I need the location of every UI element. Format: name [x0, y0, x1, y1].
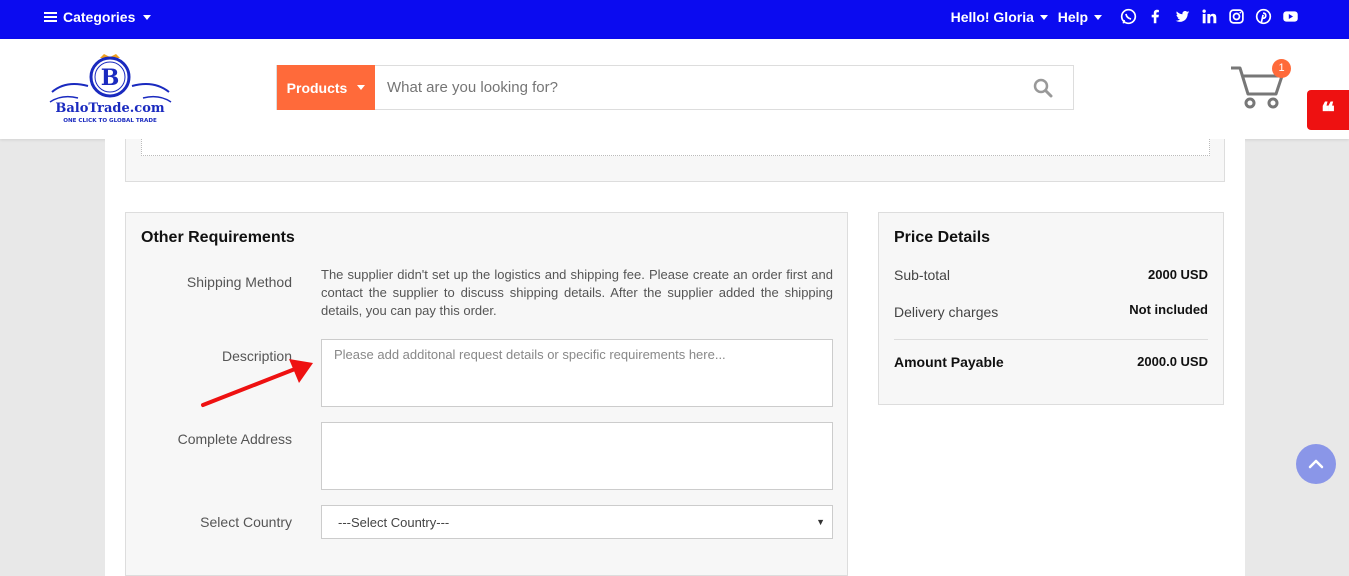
- logo-wordmark: BaloTrade.com: [55, 101, 164, 116]
- linkedin-icon[interactable]: [1201, 8, 1218, 25]
- help-label: Help: [1057, 8, 1089, 25]
- search-category-dropdown[interactable]: Products: [277, 65, 375, 110]
- user-menu[interactable]: Hello! Gloria: [951, 9, 1048, 25]
- cart-count-badge: 1: [1272, 59, 1291, 78]
- logo-tagline: ONE CLICK TO GLOBAL TRADE: [63, 118, 157, 124]
- hamburger-icon: [44, 12, 57, 22]
- country-label: Select Country: [200, 514, 292, 530]
- subtotal-row: Sub-total 2000 USD: [894, 267, 1208, 283]
- payable-row: Amount Payable 2000.0 USD: [894, 354, 1208, 370]
- previous-section: [125, 139, 1225, 182]
- annotation-arrow-icon: [201, 359, 313, 407]
- whatsapp-icon[interactable]: [1120, 8, 1137, 25]
- shipping-method-label: Shipping Method: [186, 274, 292, 290]
- search-input[interactable]: [387, 79, 987, 96]
- subtotal-value: 2000 USD: [1148, 267, 1208, 282]
- pinterest-icon[interactable]: [1255, 8, 1272, 25]
- site-header: B BaloTrade.com ONE CLICK TO GLOBAL TRAD…: [0, 39, 1349, 139]
- divider: [894, 339, 1208, 340]
- country-select[interactable]: ---Select Country--- ▼: [321, 505, 833, 539]
- site-logo[interactable]: B BaloTrade.com ONE CLICK TO GLOBAL TRAD…: [48, 52, 173, 127]
- payable-label: Amount Payable: [894, 354, 1004, 370]
- search-category-label: Products: [286, 79, 348, 96]
- categories-menu[interactable]: Categories: [44, 9, 152, 25]
- payable-value: 2000.0 USD: [1137, 354, 1208, 369]
- country-selected-value: ---Select Country---: [338, 515, 450, 530]
- search-bar: Products: [276, 65, 1074, 110]
- price-details-panel: Price Details Sub-total 2000 USD Deliver…: [878, 212, 1224, 405]
- address-field[interactable]: [321, 422, 833, 490]
- price-title: Price Details: [894, 229, 991, 246]
- help-menu[interactable]: Help: [1058, 9, 1102, 25]
- chevron-down-icon: [357, 85, 366, 90]
- instagram-icon[interactable]: [1228, 8, 1245, 25]
- shipping-note: The supplier didn't set up the logistics…: [321, 267, 833, 318]
- youtube-icon[interactable]: [1282, 8, 1299, 25]
- twitter-icon[interactable]: [1174, 8, 1191, 25]
- quote-icon[interactable]: ❝: [1307, 90, 1349, 130]
- section-title: Other Requirements: [141, 229, 295, 246]
- search-icon[interactable]: [1033, 78, 1053, 103]
- delivery-value: Not included: [1129, 302, 1208, 317]
- delivery-label: Delivery charges: [894, 304, 999, 320]
- description-field[interactable]: [321, 339, 833, 407]
- categories-label: Categories: [63, 9, 136, 25]
- scroll-to-top-button[interactable]: [1296, 444, 1336, 484]
- chevron-up-icon: [1308, 459, 1324, 469]
- chevron-down-icon: ▼: [816, 517, 825, 527]
- greeting-label: Hello! Gloria: [950, 8, 1034, 25]
- previous-section-inner: [141, 139, 1210, 156]
- subtotal-label: Sub-total: [894, 267, 951, 283]
- facebook-icon[interactable]: [1147, 8, 1164, 25]
- top-bar: Categories Hello! Gloria Help: [0, 0, 1349, 39]
- chevron-down-icon: [143, 14, 152, 20]
- delivery-row: Delivery charges Not included: [894, 302, 1208, 320]
- logo-letter: B: [101, 65, 120, 91]
- chevron-down-icon: [1094, 15, 1102, 21]
- chevron-down-icon: [1039, 15, 1048, 21]
- address-label: Complete Address: [177, 431, 292, 447]
